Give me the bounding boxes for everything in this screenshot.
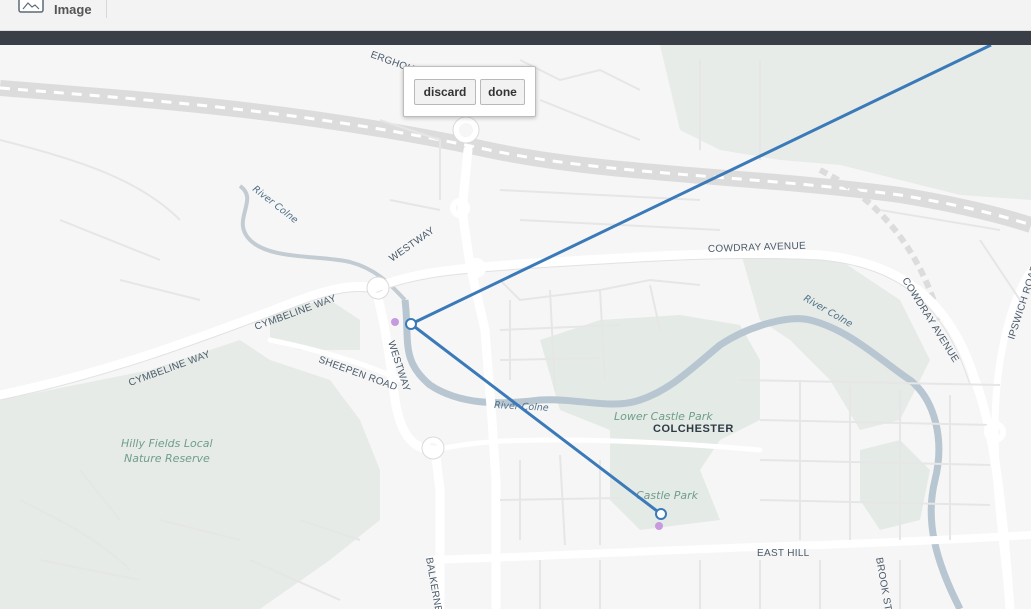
label-castle-park: Castle Park bbox=[636, 489, 699, 502]
discard-button[interactable]: discard bbox=[414, 79, 476, 105]
image-icon bbox=[18, 0, 44, 19]
route-vertex-1[interactable] bbox=[405, 318, 417, 330]
image-tool-label: Image bbox=[54, 1, 92, 17]
image-tool-button[interactable]: Image bbox=[18, 0, 92, 18]
label-lower-castle-park: Lower Castle Park bbox=[614, 410, 713, 423]
editor-toolbar: Image bbox=[0, 0, 1031, 31]
label-colchester: COLCHESTER bbox=[653, 423, 734, 435]
toolbar-separator bbox=[106, 0, 107, 18]
label-hilly-fields-2: Nature Reserve bbox=[124, 452, 210, 465]
label-hilly-fields-1: Hilly Fields Local bbox=[121, 437, 213, 450]
poi-dot-castle[interactable] bbox=[655, 522, 663, 530]
map-header-bar bbox=[0, 31, 1031, 45]
map-canvas[interactable]: ERGHOLT R WESTWAY WESTWAY CYMBELINE WAY … bbox=[0, 45, 1031, 609]
poi-dot-westway[interactable] bbox=[391, 318, 399, 326]
map-svg[interactable]: ERGHOLT R WESTWAY WESTWAY CYMBELINE WAY … bbox=[0, 45, 1031, 609]
edit-popup: discard done bbox=[403, 66, 536, 117]
route-vertex-2[interactable] bbox=[655, 508, 667, 520]
done-button[interactable]: done bbox=[480, 79, 525, 105]
label-east-hill: EAST HILL bbox=[757, 548, 810, 559]
